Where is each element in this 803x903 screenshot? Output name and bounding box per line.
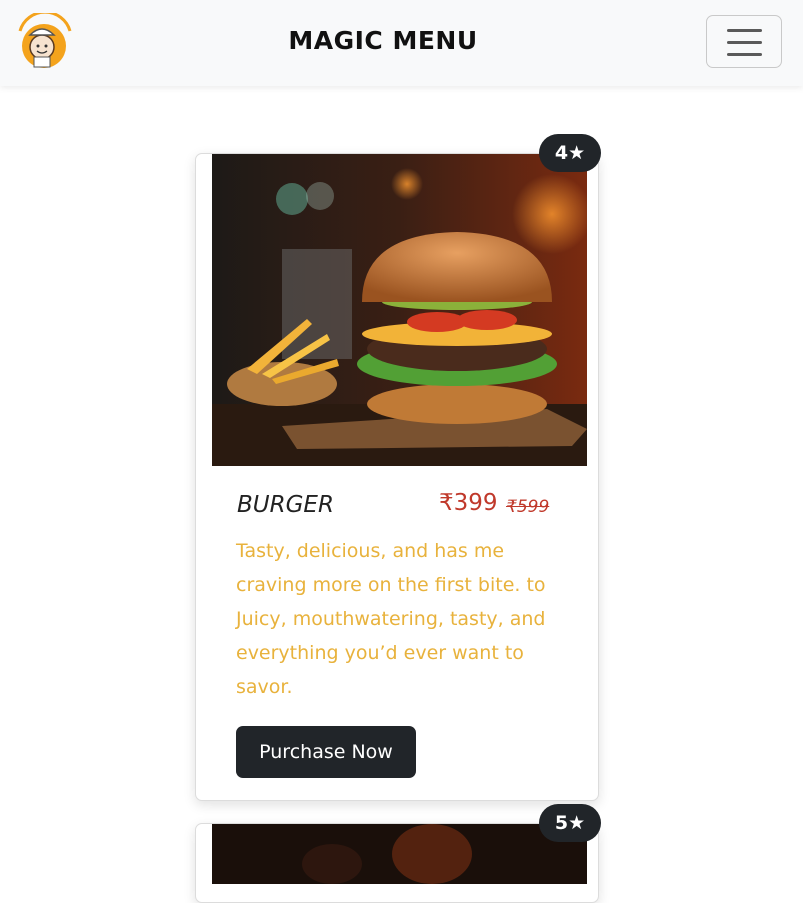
rating-badge: 4★ (539, 134, 601, 172)
menu-toggle-button[interactable] (706, 15, 782, 68)
item-description: Tasty, delicious, and has me craving mor… (236, 540, 546, 698)
rating-badge: 5★ (539, 804, 601, 842)
burger-image (212, 154, 587, 466)
item-old-price: ₹599 (506, 497, 550, 517)
menu-item-card (195, 823, 599, 903)
hamburger-menu-icon (727, 29, 762, 56)
item-name: BURGER (237, 492, 334, 518)
purchase-now-button[interactable]: Purchase Now (236, 726, 416, 778)
navbar: MAGIC MENU (0, 0, 803, 86)
brand-title[interactable]: MAGIC MENU (0, 26, 766, 55)
menu-item-card: BURGER ₹399 ₹599 Tasty, delicious, and h… (195, 153, 599, 801)
food-image (212, 824, 587, 884)
item-price: ₹399 (439, 490, 498, 516)
